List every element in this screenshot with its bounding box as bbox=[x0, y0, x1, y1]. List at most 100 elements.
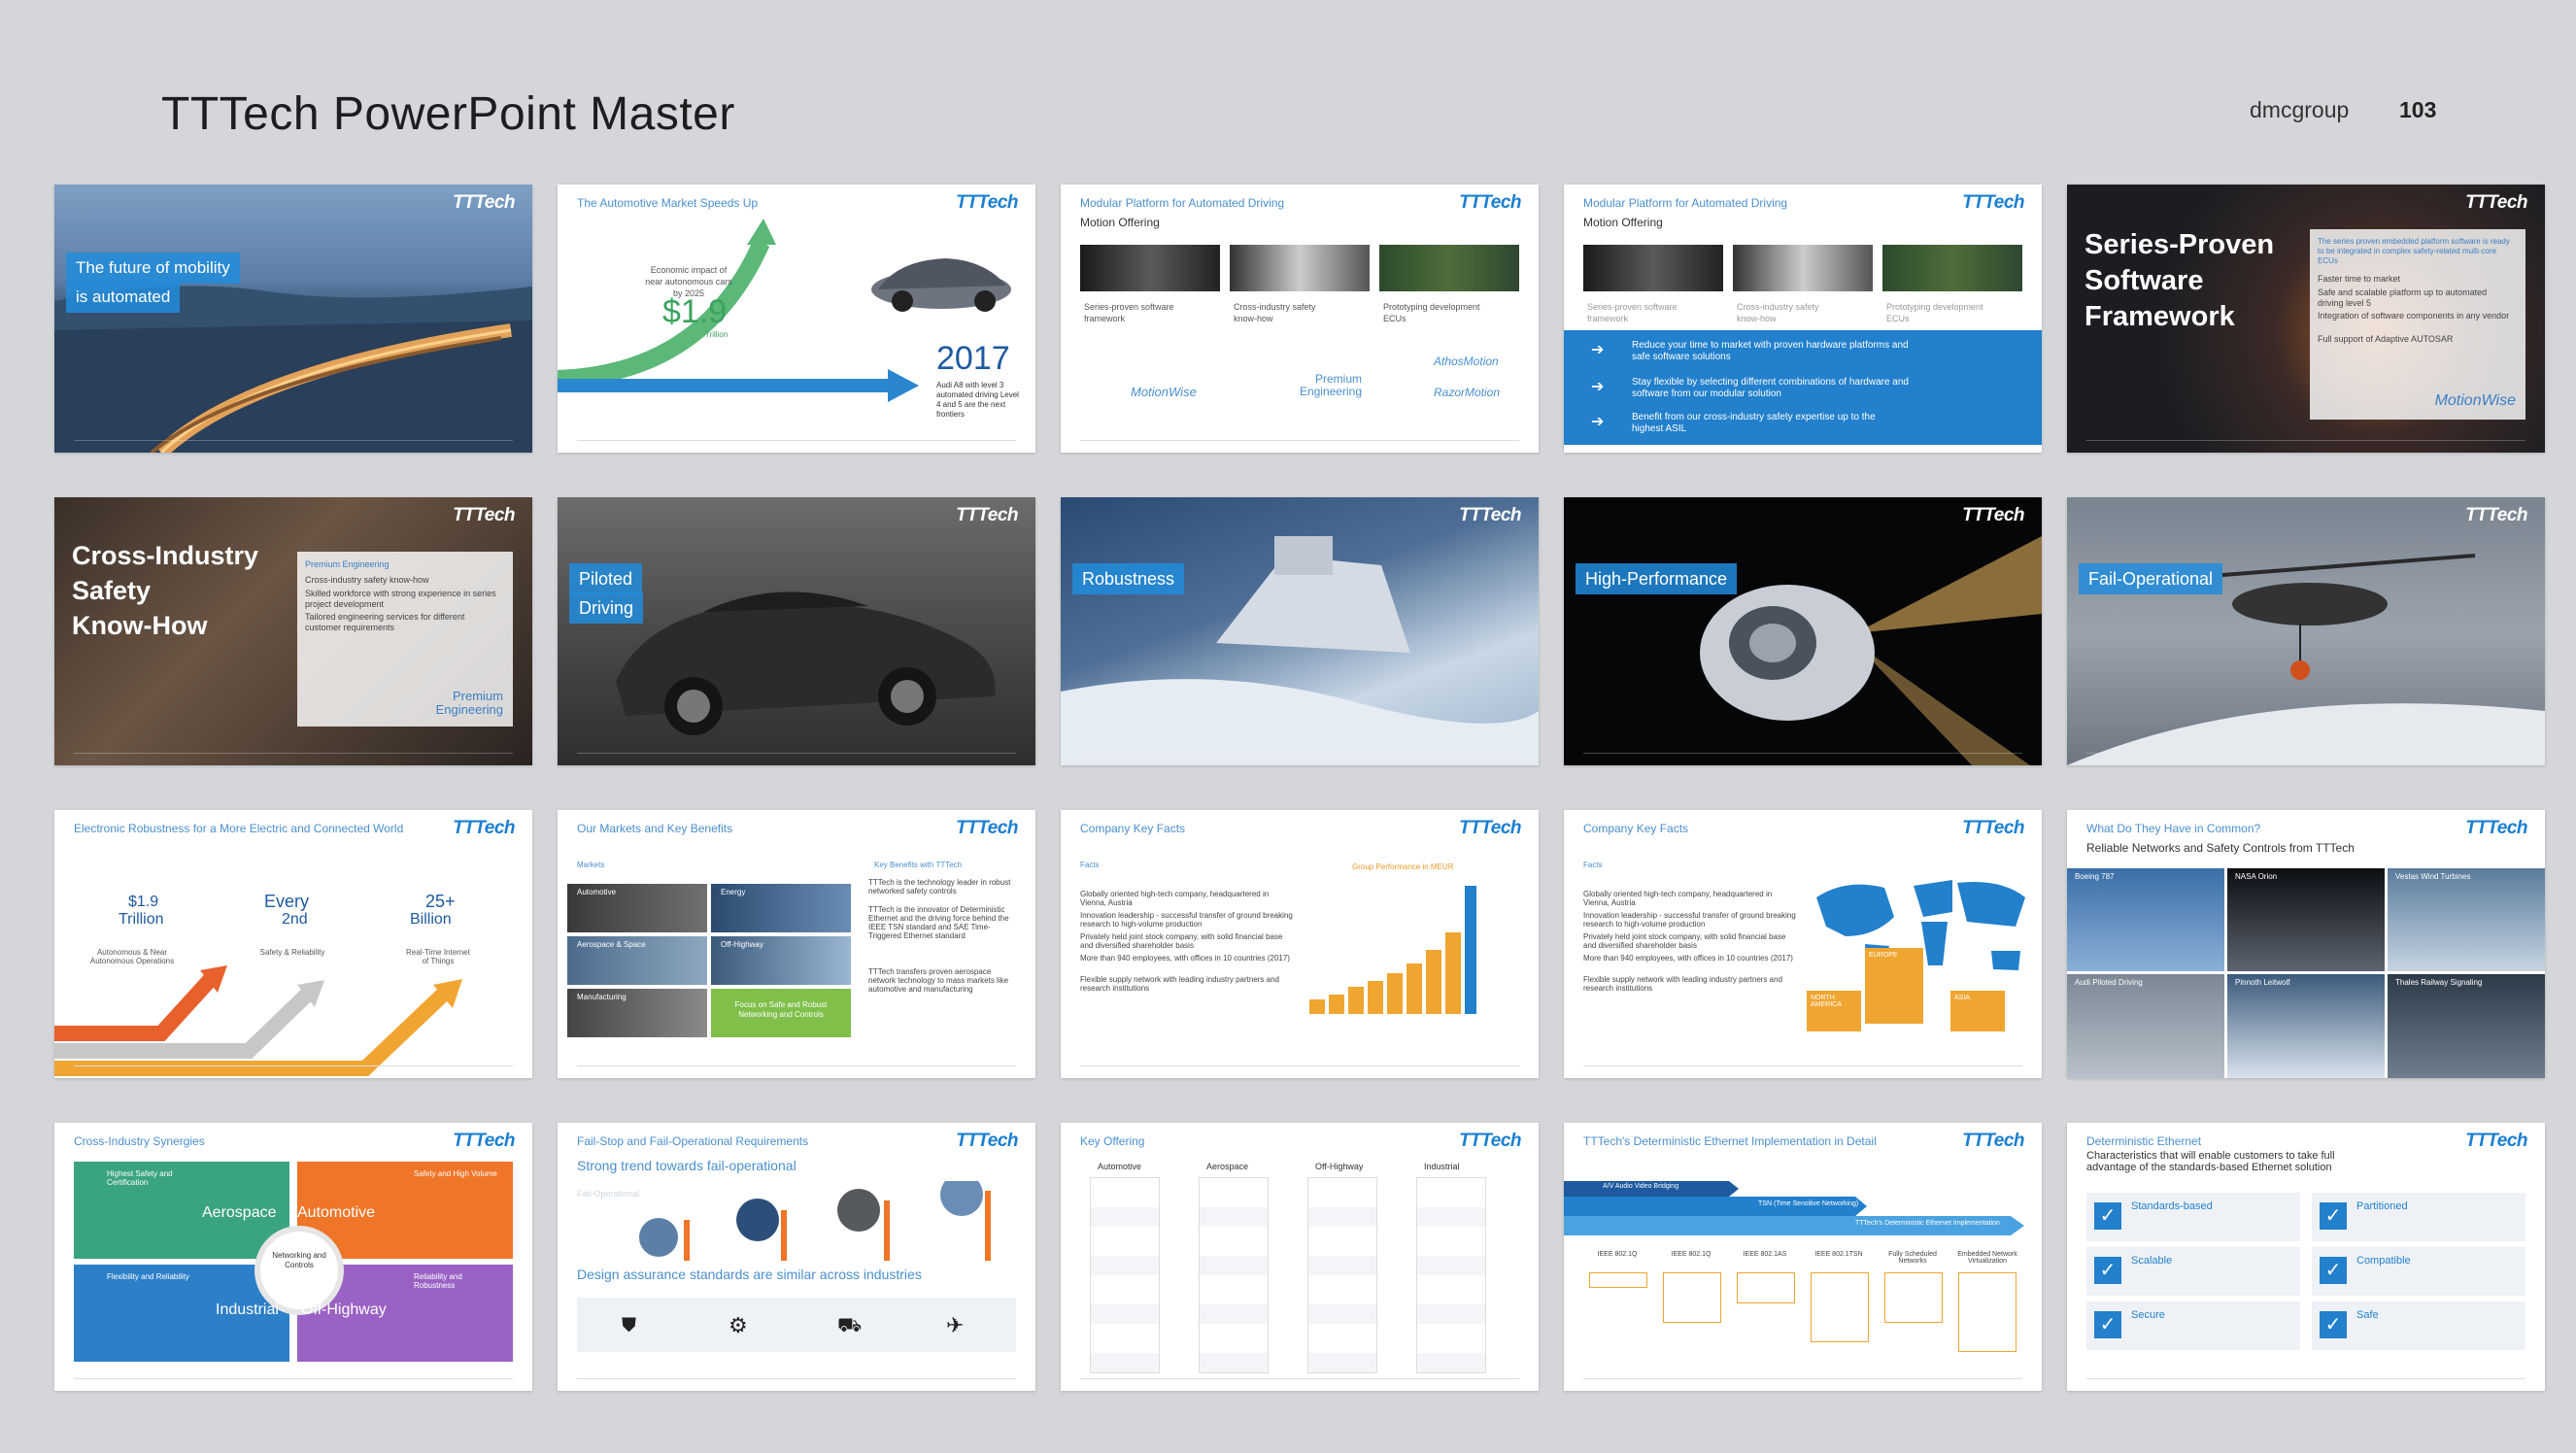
arrow-label: TTTech's Deterministic Ethernet Implemen… bbox=[1855, 1220, 2000, 1227]
page-title: TTTech PowerPoint Master bbox=[161, 88, 735, 140]
market-label: Aerospace & Space bbox=[577, 940, 646, 949]
photo-tile: Audi Piloted Driving bbox=[2067, 974, 2224, 1078]
benefits-panel: ➔ Reduce your time to market with proven… bbox=[1564, 330, 2042, 445]
slide-company-key-facts-map[interactable]: Company Key Facts TTTech Facts Globally … bbox=[1564, 810, 2042, 1078]
column-text: Cross-industry safety know-how bbox=[1737, 302, 1819, 323]
slide-footer bbox=[1583, 753, 2022, 760]
slide-title: TTTech's Deterministic Ethernet Implemen… bbox=[1583, 1134, 1877, 1148]
slide-deterministic-ethernet-detail[interactable]: TTTech's Deterministic Ethernet Implemen… bbox=[1564, 1123, 2042, 1391]
checkmark-icon: ✓ bbox=[2094, 1311, 2121, 1338]
stat-caption: Safety & Reliability bbox=[259, 948, 325, 957]
markets-heading: Markets bbox=[577, 861, 605, 869]
feature-label: Standards-based bbox=[2131, 1200, 2213, 1212]
slide-cross-industry-safety[interactable]: TTTech Cross-Industry Safety Know-How Pr… bbox=[54, 497, 532, 765]
slide-title: Modular Platform for Automated Driving bbox=[1583, 196, 1788, 210]
photo-label: NASA Orion bbox=[2235, 872, 2278, 881]
column-header: IEEE 802.1Q bbox=[1671, 1251, 1712, 1258]
slide-electronic-robustness[interactable]: Electronic Robustness for a More Electri… bbox=[54, 810, 532, 1078]
feature-card: ✓ Standards-based bbox=[2086, 1193, 2300, 1241]
photo-tile: Boeing 787 bbox=[2067, 868, 2224, 971]
slide-footer bbox=[1583, 1378, 2022, 1385]
column-header: Fully Scheduled Networks bbox=[1888, 1251, 1937, 1265]
slide-fail-stop-requirements[interactable]: Fail-Stop and Fail-Operational Requireme… bbox=[558, 1123, 1035, 1391]
slide-what-in-common[interactable]: What Do They Have in Common? Reliable Ne… bbox=[2067, 810, 2545, 1078]
slide-footer bbox=[1080, 753, 1519, 760]
standards-strip: ⛊ ⚙ ⛟ ✈ bbox=[577, 1298, 1016, 1352]
slide-footer bbox=[2086, 1378, 2525, 1385]
headline-line: Software bbox=[2085, 265, 2204, 296]
info-body: The series proven embedded platform soft… bbox=[2318, 237, 2510, 265]
stat-value: $1.9 bbox=[128, 894, 159, 910]
slide-automotive-market[interactable]: The Automotive Market Speeds Up TTTech E… bbox=[558, 185, 1035, 453]
photo-label: Boeing 787 bbox=[2075, 872, 2115, 881]
tttech-logo: TTTech bbox=[1459, 1131, 1521, 1151]
slide-fail-operational[interactable]: TTTech Fail-Operational bbox=[2067, 497, 2545, 765]
tttech-logo: TTTech bbox=[1459, 818, 1521, 838]
tttech-logo: TTTech bbox=[2465, 192, 2527, 213]
value-text: $1.9 bbox=[662, 293, 728, 330]
checkmark-icon: ✓ bbox=[2320, 1311, 2347, 1338]
helicopter-image bbox=[2067, 554, 2545, 765]
standard-box bbox=[1958, 1272, 2017, 1352]
slide-footer bbox=[577, 1065, 1016, 1072]
brand-text: MotionWise bbox=[2434, 392, 2516, 409]
slide-future-of-mobility[interactable]: TTTech The future of mobility is automat… bbox=[54, 185, 532, 453]
slide-label: is automated bbox=[66, 282, 181, 313]
slide-high-performance[interactable]: TTTech High-Performance bbox=[1564, 497, 2042, 765]
standard-box bbox=[1884, 1272, 1943, 1323]
slide-company-key-facts-chart[interactable]: Company Key Facts TTTech Facts Globally … bbox=[1061, 810, 1539, 1078]
tttech-logo: TTTech bbox=[956, 505, 1018, 525]
bottom-statement: Design assurance standards are similar a… bbox=[577, 1267, 922, 1282]
slide-markets-benefits[interactable]: Our Markets and Key Benefits TTTech Mark… bbox=[558, 810, 1035, 1078]
brand-text: RazorMotion bbox=[1434, 386, 1501, 399]
bullet: Innovation leadership - successful trans… bbox=[1080, 911, 1293, 929]
photo-tile: Vestas Wind Turbines bbox=[2388, 868, 2545, 971]
region-label: NORTH AMERICA bbox=[1811, 995, 1842, 1008]
feature-label: Secure bbox=[2131, 1309, 2165, 1321]
stat-value: Billion bbox=[410, 911, 452, 928]
slide-subtitle: Strong trend towards fail-operational bbox=[577, 1158, 797, 1173]
slide-modular-platform[interactable]: Modular Platform for Automated Driving M… bbox=[1061, 185, 1539, 453]
headline-line: Know-How bbox=[72, 611, 208, 640]
slide-footer bbox=[2086, 440, 2525, 447]
slide-key-offering[interactable]: Key Offering TTTech Automotive Aerospace… bbox=[1061, 1123, 1539, 1391]
arrow-right-icon: ➔ bbox=[1591, 414, 1605, 430]
bullet: Innovation leadership - successful trans… bbox=[1583, 911, 1796, 929]
value-unit: Trillion bbox=[705, 330, 729, 339]
slide-label: Driving bbox=[569, 592, 644, 624]
slide-title: Company Key Facts bbox=[1583, 822, 1689, 835]
product-column bbox=[1307, 1177, 1377, 1373]
market-label: Manufacturing bbox=[577, 993, 627, 1001]
tttech-logo: TTTech bbox=[2465, 505, 2527, 525]
year-text: 2017 bbox=[936, 340, 1010, 377]
slide-footer bbox=[1583, 1065, 2022, 1072]
facts-heading: Facts bbox=[1583, 861, 1603, 869]
bridge-landscape-image bbox=[54, 286, 532, 453]
bullet: Privately held joint stock company, with… bbox=[1583, 932, 1786, 950]
bullet: Privately held joint stock company, with… bbox=[1080, 932, 1283, 950]
quadrant-label: Off-Highway bbox=[301, 1301, 387, 1318]
shield-icon: ⛊ bbox=[622, 1315, 636, 1336]
benefit-text: Stay flexible by selecting different com… bbox=[1632, 377, 1909, 399]
slide-robustness[interactable]: TTTech Robustness bbox=[1061, 497, 1539, 765]
tttech-logo: TTTech bbox=[956, 818, 1018, 838]
quadrant-text: Highest Safety and Certification bbox=[107, 1169, 173, 1187]
slide-piloted-driving[interactable]: TTTech Piloted Driving bbox=[558, 497, 1035, 765]
arrow-right-icon: ➔ bbox=[1591, 379, 1605, 395]
bullet: Skilled workforce with strong experience… bbox=[305, 589, 496, 609]
benefit-text: Reduce your time to market with proven h… bbox=[1632, 340, 1909, 362]
feature-card: ✓ Partitioned bbox=[2312, 1193, 2525, 1241]
bullet: Faster time to market bbox=[2318, 274, 2401, 284]
quadrant-text: Safety and High Volume bbox=[414, 1169, 497, 1178]
slide-footer bbox=[74, 753, 513, 760]
slide-modular-platform-benefits[interactable]: Modular Platform for Automated Driving M… bbox=[1564, 185, 2042, 453]
quadrant-text: Flexibility and Reliability bbox=[107, 1272, 189, 1281]
slide-cross-industry-synergies[interactable]: Cross-Industry Synergies TTTech Networki… bbox=[54, 1123, 532, 1391]
stat-caption: Autonomous & Near Autonomous Operations bbox=[89, 948, 175, 965]
slide-deterministic-ethernet[interactable]: Deterministic Ethernet Characteristics t… bbox=[2067, 1123, 2545, 1391]
arrow-right-icon: ➔ bbox=[1591, 342, 1605, 358]
market-label: Automotive bbox=[577, 888, 617, 896]
brand-text: AthosMotion bbox=[1434, 355, 1499, 368]
tttech-logo: TTTech bbox=[956, 1131, 1018, 1151]
slide-series-proven-software[interactable]: TTTech Series-Proven Software Framework … bbox=[2067, 185, 2545, 453]
